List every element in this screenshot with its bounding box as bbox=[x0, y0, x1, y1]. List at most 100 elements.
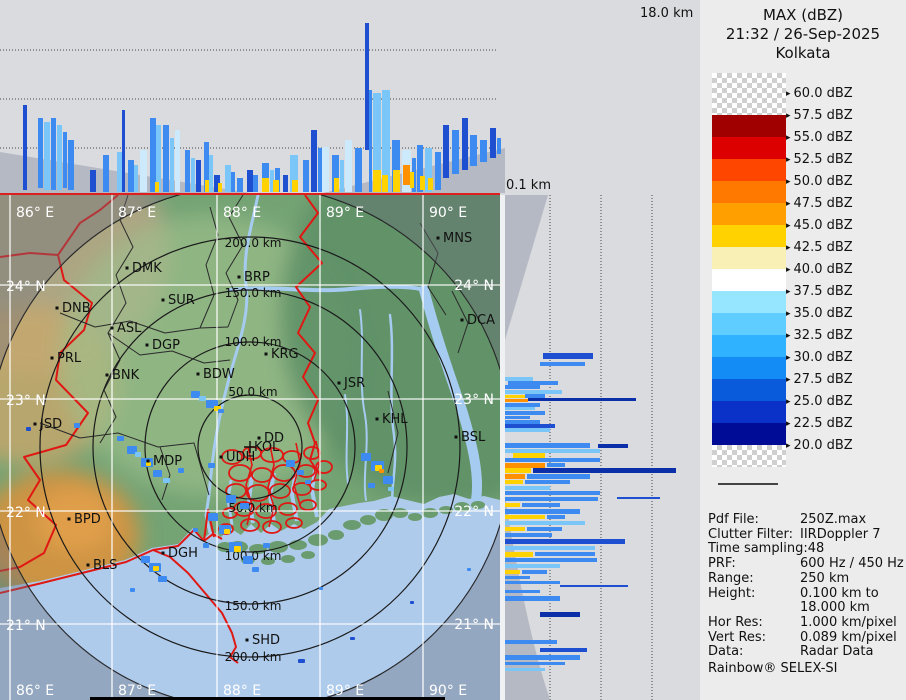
latitude-label: 22° N bbox=[6, 505, 46, 521]
city-label: BLS bbox=[93, 558, 117, 573]
profile-bar bbox=[369, 90, 372, 192]
profile-bar bbox=[505, 403, 540, 407]
latitude-label: 21° N bbox=[454, 617, 494, 633]
profile-bar bbox=[505, 596, 560, 601]
scale-band bbox=[712, 225, 786, 247]
city-marker bbox=[161, 298, 165, 302]
profile-bar bbox=[598, 444, 628, 448]
city-marker bbox=[337, 381, 341, 385]
profile-bar-segment bbox=[262, 178, 269, 192]
profile-bar bbox=[103, 155, 109, 192]
legend-panel: MAX (dBZ) 21:32 / 26-Sep-2025 Kolkata ▸ 6… bbox=[700, 0, 906, 700]
city-marker bbox=[110, 326, 114, 330]
scale-tick-icon: ▸ bbox=[786, 243, 791, 253]
city-label: SHD bbox=[252, 633, 280, 648]
profile-bar bbox=[345, 140, 352, 192]
profile-bar bbox=[522, 503, 560, 507]
scale-label: ▸ 42.5 dBZ bbox=[786, 240, 853, 255]
scale-label-text: 40.0 dBZ bbox=[793, 262, 853, 277]
profile-bar bbox=[505, 420, 540, 424]
software-brand: Rainbow® SELEX-SI bbox=[708, 661, 838, 677]
radar-echo bbox=[286, 460, 295, 467]
scale-tick-icon: ▸ bbox=[786, 397, 791, 407]
city-marker bbox=[245, 638, 249, 642]
top-profile-canvas bbox=[0, 23, 505, 193]
info-label: Pdf File: bbox=[708, 512, 759, 527]
profile-bar bbox=[191, 158, 195, 192]
info-value: 18.000 km bbox=[800, 600, 870, 616]
profile-bar bbox=[443, 125, 449, 178]
info-row: Pdf File: 250Z.max bbox=[708, 512, 903, 528]
profile-bar bbox=[505, 424, 555, 428]
city-marker bbox=[146, 459, 150, 463]
profile-bar bbox=[513, 453, 545, 458]
delta-island bbox=[422, 508, 438, 518]
delta-island bbox=[328, 530, 344, 540]
radar-echo bbox=[263, 543, 270, 548]
radar-echo bbox=[240, 503, 249, 509]
profile-bar bbox=[38, 118, 43, 188]
range-ring-label: 150.0 km bbox=[225, 599, 282, 613]
radar-echo bbox=[226, 495, 236, 503]
profile-bar-segment bbox=[373, 170, 381, 192]
info-label: Vert Res: bbox=[708, 629, 767, 645]
info-row: Clutter Filter: IIRDoppler 7 bbox=[708, 527, 903, 543]
profile-bar bbox=[505, 552, 533, 557]
profile-bar bbox=[490, 128, 496, 158]
delta-island bbox=[308, 534, 328, 546]
info-row: Height: 0.100 km to bbox=[708, 586, 903, 602]
profile-bar bbox=[505, 497, 598, 501]
radar-echo bbox=[224, 529, 230, 534]
scale-label-text: 55.0 dBZ bbox=[793, 130, 853, 145]
scale-label-text: 42.5 dBZ bbox=[793, 240, 853, 255]
longitude-label: 90° E bbox=[429, 205, 467, 221]
scale-label-text: 30.0 dBZ bbox=[793, 350, 853, 365]
profile-bar-segment bbox=[155, 182, 159, 192]
info-value: 250Z.max bbox=[800, 512, 867, 527]
profile-bar bbox=[231, 172, 235, 192]
scale-tick-icon: ▸ bbox=[786, 331, 791, 341]
scale-label-text: 45.0 dBZ bbox=[793, 218, 853, 233]
profile-bar bbox=[355, 148, 362, 192]
profile-bar bbox=[505, 655, 580, 660]
profile-bar bbox=[505, 539, 625, 544]
range-ring-label: 50.0 km bbox=[228, 501, 277, 515]
scale-tick-icon: ▸ bbox=[786, 287, 791, 297]
profile-bar bbox=[253, 175, 258, 192]
radar-echo bbox=[305, 480, 311, 484]
info-row: PRF: 600 Hz / 450 Hz bbox=[708, 556, 904, 572]
scale-label: ▸ 60.0 dBZ bbox=[786, 86, 853, 101]
profile-bar bbox=[525, 480, 570, 484]
scale-band bbox=[712, 137, 786, 159]
profile-bar bbox=[505, 458, 600, 462]
profile-bar-segment bbox=[382, 175, 388, 192]
city-marker bbox=[67, 517, 71, 521]
radar-echo bbox=[467, 568, 471, 571]
city-label: MDP bbox=[153, 454, 182, 469]
profile-bar bbox=[505, 474, 525, 479]
scale-label: ▸ 30.0 dBZ bbox=[786, 350, 853, 365]
city-marker bbox=[237, 275, 241, 279]
info-row: Vert Res: 0.089 km/pixel bbox=[708, 629, 903, 646]
city-label: JSD bbox=[39, 417, 62, 432]
profile-bar bbox=[617, 497, 660, 499]
city-label: DGH bbox=[168, 546, 198, 561]
scale-band-transparent bbox=[712, 73, 786, 115]
profile-bar bbox=[303, 160, 309, 192]
scale-label-text: 27.5 dBZ bbox=[793, 372, 853, 387]
profile-bar bbox=[543, 353, 593, 359]
info-value: Radar Data bbox=[800, 644, 874, 660]
profile-bar bbox=[525, 394, 545, 398]
latitude-label: 23° N bbox=[6, 393, 46, 409]
profile-bar bbox=[535, 552, 595, 556]
delta-island bbox=[408, 513, 422, 521]
radar-map-canvas: 86° E86° E87° E87° E88° E88° E89° E89° E… bbox=[0, 195, 500, 700]
city-label: ASL bbox=[117, 321, 142, 336]
profile-bar bbox=[540, 648, 587, 652]
delta-island bbox=[281, 555, 295, 563]
radar-echo bbox=[368, 483, 375, 488]
profile-bar bbox=[505, 558, 597, 562]
scale-tick-icon: ▸ bbox=[786, 199, 791, 209]
profile-bar bbox=[505, 590, 540, 593]
scale-band bbox=[712, 159, 786, 181]
